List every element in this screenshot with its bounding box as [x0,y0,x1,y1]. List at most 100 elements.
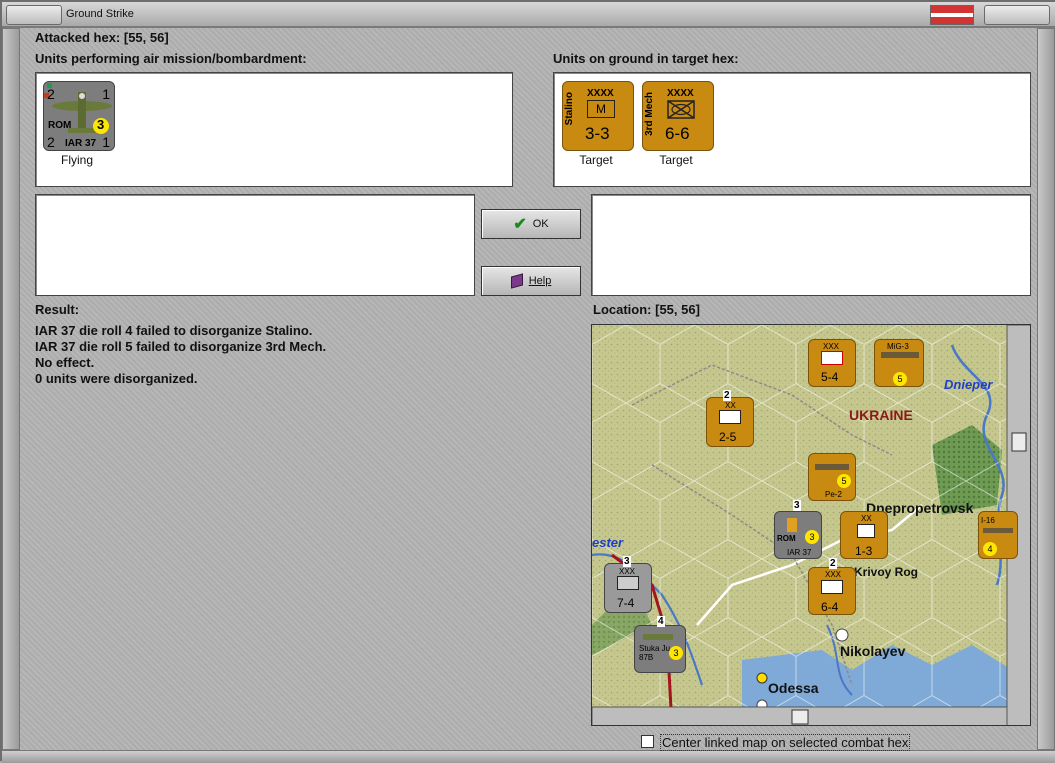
attacked-hex-value: [55, 56] [123,30,169,45]
headquarters-unit-icon [857,524,875,538]
air-unit-name: IAR 37 [65,138,97,149]
mig3-plane-icon [881,352,919,358]
center-linked-map-label[interactable]: Center linked map on selected combat hex [660,734,911,751]
right-frame-rail [1037,28,1055,750]
pe2-plane-icon [815,464,849,470]
air-unit-status: Flying [60,153,93,167]
map-counter-name: Pe-2 [825,490,842,499]
cavalry-unit-icon [821,351,843,365]
result-line: 0 units were disorganized. [35,371,198,386]
window-title: Ground Strike [66,8,134,20]
infantry-unit-icon [821,580,843,594]
map-counter[interactable]: XX 1-3 [840,511,888,559]
map-label-dniester: ester [592,535,624,550]
attacked-hex-label: Attacked hex: [35,30,121,45]
map-hscroll-thumb[interactable] [791,709,809,725]
map-counter-size: XXX [825,570,842,579]
ground-unit-counter[interactable]: Stalino XXXX M 3-3 [562,81,634,151]
map-counter-stack: 3 [623,556,631,567]
map-counter[interactable]: 3 ROM 3 IAR 37 [774,500,822,559]
map-counter[interactable]: 2 XX 2-5 [706,390,754,447]
map-counter[interactable]: MiG-3 5 [874,339,924,387]
ground-units-panel: Stalino XXXX M 3-3 Target 3rd Mech XXXX … [553,72,1031,187]
map-label-ukraine: UKRAINE [849,407,913,423]
map-counter-size: XX [861,514,872,523]
map-counter-strength: 5-4 [821,370,839,384]
map-label-dnieper: Dnieper [944,377,993,392]
stuka-plane-icon [643,634,673,640]
checkmark-icon: ✔ [513,216,527,233]
ground-unit-counter[interactable]: 3rd Mech XXXX 6-6 [642,81,714,151]
ground-unit-size: XXXX [587,88,614,99]
map-counter-badge: 5 [893,372,907,386]
map-counter[interactable]: 2 XXX 6-4 [808,558,856,615]
map-counter-badge: 3 [805,530,819,544]
location-heading: Location: [55, 56] [593,302,700,317]
ground-strike-window: Ground Strike Attacked hex: [55, 56] Uni… [0,0,1055,763]
map-counter[interactable]: 3 XXX 7-4 [604,556,652,613]
map-counter-nation: ROM [777,534,796,543]
help-button[interactable]: Help [481,266,581,296]
attacked-hex-heading: Attacked hex: [55, 56] [35,30,169,45]
mechanized-unit-icon: M [587,100,615,118]
left-frame-rail [2,28,20,750]
result-line: IAR 37 die roll 5 failed to disorganize … [35,339,327,354]
ground-unit-strength: 3-3 [585,124,610,143]
german-flag-icon [930,5,974,25]
map-counter-size: XXX [619,567,636,576]
map-counter-strength: 7-4 [617,596,635,610]
attacker-details-panel [35,194,475,296]
air-unit-bottom-left: 2 [47,134,55,150]
map-counter-badge: 3 [669,646,683,660]
map-counter[interactable]: I-16 4 [978,511,1018,559]
map-label-krivoy-rog: Krivoy Rog [854,565,919,579]
infantry-unit-icon [719,410,741,424]
air-units-label: Units performing air mission/bombardment… [35,51,307,66]
fire-icon [787,518,797,532]
map-label-odessa: Odessa [768,680,819,696]
system-menu-button[interactable] [6,5,62,25]
map-counter-stack: 3 [793,500,801,511]
ground-unit-name: 3rd Mech [644,92,655,136]
map-vscroll-thumb[interactable] [1011,432,1027,452]
ok-button-label: OK [532,218,549,230]
air-units-panel: 2 1 ROM 3 2 IAR 37 1 Flying [35,72,513,187]
map-counter[interactable]: 4 Stuka Ju 87B 3 [634,616,686,673]
ground-unit-strength: 6-6 [665,124,690,143]
ok-button[interactable]: ✔ OK [481,209,581,239]
location-label: Location: [593,302,652,317]
map-counter[interactable]: XXX 5-4 [808,339,856,387]
close-button[interactable] [984,5,1050,25]
help-button-label: Help [528,275,552,287]
map-counter-stack: 4 [657,616,665,627]
map-counter-name: I-16 [981,516,995,525]
odessa-city-marker [756,672,768,684]
ground-unit-symbol: M [596,102,606,116]
air-unit-bottom-right: 1 [102,134,110,150]
air-unit-counter[interactable]: 2 1 ROM 3 2 IAR 37 1 [43,81,115,151]
map-counter-stack: 2 [723,390,731,401]
help-book-icon [510,273,523,289]
bottom-frame-rail [2,750,1055,763]
map-counter-strength: 6-4 [821,600,839,614]
map-label-nikolayev: Nikolayev [840,643,906,659]
location-value: [55, 56] [655,302,700,317]
map-counter-badge: 4 [983,542,997,556]
ground-units-label: Units on ground in target hex: [553,51,739,66]
ground-unit-status: Target [659,153,693,167]
map-counter[interactable]: 5 Pe-2 [808,453,856,501]
map-counter-badge: 5 [837,474,851,488]
title-bar: Ground Strike [2,2,1055,28]
i16-plane-icon [983,528,1013,533]
air-unit-top-left: 2 [47,86,55,102]
map-counter-strength: 2-5 [719,430,737,444]
ground-unit-status: Target [579,153,613,167]
map-counter-size: XX [725,401,736,410]
ground-unit-name: Stalino [564,92,575,126]
location-map[interactable]: Dnieper UKRAINE Dnepropetrovsk Krivoy Ro… [591,324,1031,726]
map-counter-strength: 1-3 [855,544,873,558]
armored-infantry-icon [667,100,695,119]
map-counter-size: XXX [823,342,840,351]
result-line: IAR 37 die roll 4 failed to disorganize … [35,323,313,338]
center-linked-map-checkbox[interactable] [641,735,654,748]
